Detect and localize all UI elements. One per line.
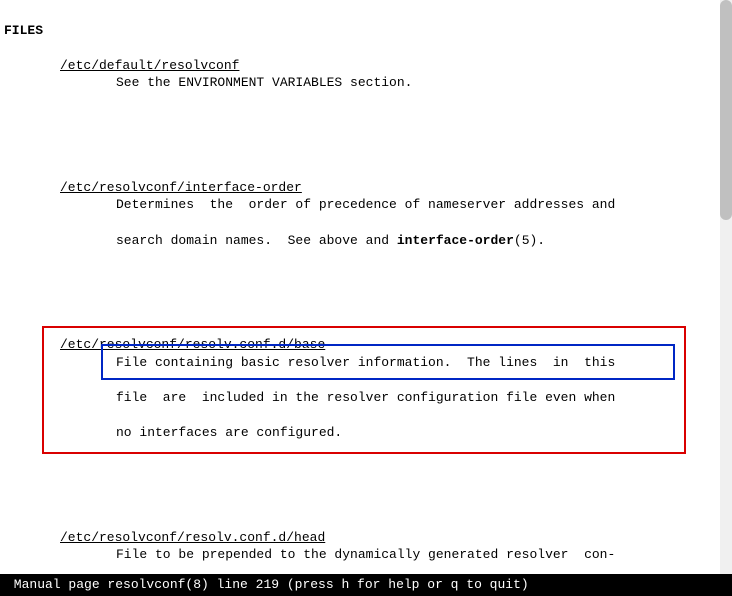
scrollbar-thumb[interactable]: [720, 0, 732, 220]
file-path: /etc/resolvconf/interface-order: [60, 179, 302, 197]
man-status-bar[interactable]: Manual page resolvconf(8) line 219 (pres…: [0, 574, 732, 596]
section-header-files: FILES: [4, 23, 43, 38]
file-desc: Determines the order of precedence of na…: [116, 196, 676, 214]
file-desc: File to be prepended to the dynamically …: [116, 546, 676, 564]
file-desc: search domain names. See above and inter…: [116, 232, 676, 250]
man-page-content: FILES /etc/default/resolvconf See the EN…: [0, 0, 732, 576]
file-desc: See the ENVIRONMENT VARIABLES section.: [116, 74, 676, 92]
file-entry: /etc/resolvconf/interface-order Determin…: [4, 161, 724, 266]
file-path: /etc/default/resolvconf: [60, 57, 239, 75]
file-entry: /etc/default/resolvconf See the ENVIRONM…: [4, 39, 724, 109]
file-path: /etc/resolvconf/resolv.conf.d/head: [60, 529, 325, 547]
bold-ref: interface-order: [397, 233, 514, 248]
annotation-blue-box: [101, 344, 675, 380]
scrollbar-track[interactable]: [720, 0, 732, 576]
file-entry: /etc/resolvconf/resolv.conf.d/head File …: [4, 511, 724, 576]
